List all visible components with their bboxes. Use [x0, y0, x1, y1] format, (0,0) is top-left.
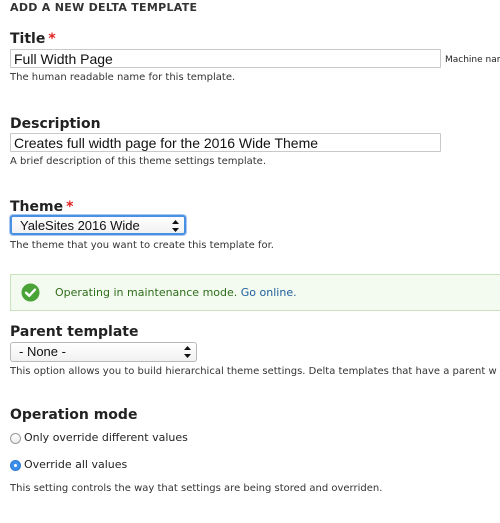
radio-label-override-all[interactable]: Override all values: [24, 458, 127, 471]
description-label: Description: [10, 116, 101, 132]
title-input[interactable]: [10, 49, 441, 68]
description-input[interactable]: [10, 133, 441, 152]
select-arrows-icon: [172, 220, 179, 232]
parent-template-select[interactable]: - None -: [10, 342, 197, 362]
parent-template-select-value: - None -: [19, 344, 66, 359]
check-circle-icon: [21, 283, 40, 302]
title-label-text: Title: [10, 31, 46, 47]
theme-label-text: Theme: [10, 199, 64, 215]
form-heading: ADD A NEW DELTA TEMPLATE: [10, 1, 198, 14]
status-message: Operating in maintenance mode. Go online…: [10, 274, 500, 311]
parent-template-description: This option allows you to build hierarch…: [10, 366, 497, 377]
title-description: The human readable name for this templat…: [10, 72, 236, 83]
maintenance-text: Operating in maintenance mode.: [55, 286, 238, 299]
theme-label: Theme *: [10, 199, 73, 215]
theme-select[interactable]: YaleSites 2016 Wide: [10, 215, 186, 235]
required-marker: *: [66, 199, 74, 215]
machine-name-label: Machine name: [445, 55, 500, 65]
radio-label-only-override-different[interactable]: Only override different values: [24, 431, 188, 444]
operation-mode-description: This setting controls the way that setti…: [10, 483, 383, 494]
status-message-text: Operating in maintenance mode. Go online…: [55, 286, 297, 299]
operation-mode-label: Operation mode: [10, 407, 138, 423]
select-arrows-icon: [184, 346, 191, 358]
description-help: A brief description of this theme settin…: [10, 156, 266, 167]
title-label: Title *: [10, 31, 56, 47]
theme-select-value: YaleSites 2016 Wide: [20, 218, 140, 233]
required-marker: *: [48, 31, 56, 47]
radio-only-override-different[interactable]: [10, 433, 21, 444]
radio-override-all[interactable]: [10, 460, 21, 471]
theme-description: The theme that you want to create this t…: [10, 240, 274, 251]
parent-template-label: Parent template: [10, 324, 139, 340]
go-online-link[interactable]: Go online.: [241, 286, 297, 299]
